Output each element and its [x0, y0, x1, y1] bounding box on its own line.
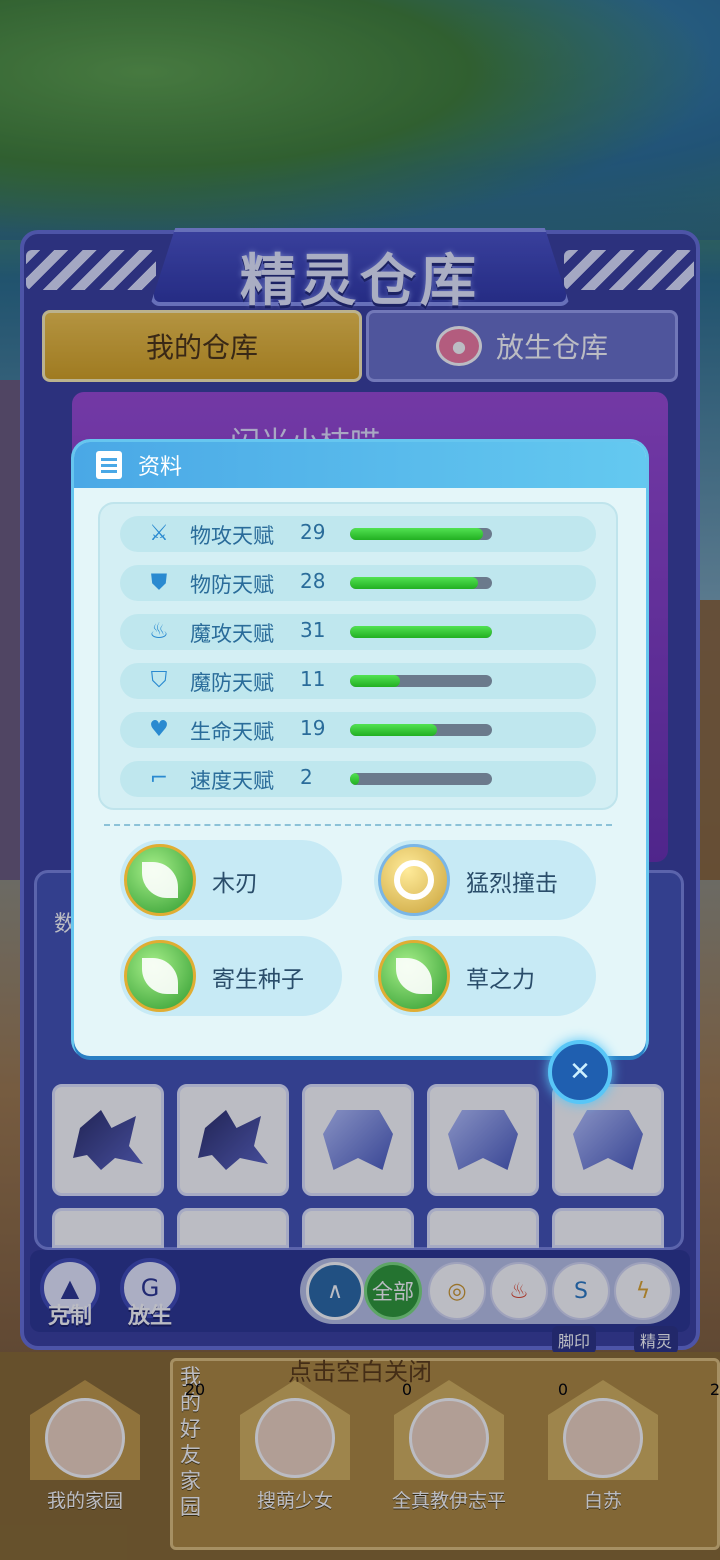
skill-card[interactable]: 木刃 [120, 840, 342, 920]
stat-label: 物攻天赋 [190, 524, 274, 548]
stat-fill [350, 528, 484, 540]
skill-name: 寄生种子 [212, 967, 304, 993]
stat-bar [350, 724, 492, 736]
sword-icon: ⚔ [149, 521, 169, 546]
modal-header: 资料 [74, 442, 646, 488]
talent-stats: ⚔ 物攻天赋 29 ⛊ 物防天赋 28 ♨ 魔攻天赋 31 ⛉ 魔防天赋 11 … [98, 502, 618, 810]
stat-value: 28 [300, 569, 326, 593]
modal-title: 资料 [138, 455, 183, 480]
stat-label: 物防天赋 [190, 573, 274, 597]
stat-row-physical-defense: ⛊ 物防天赋 28 [120, 565, 596, 601]
stat-fill [350, 626, 492, 638]
stat-fill [350, 675, 400, 687]
heart-plus-icon: ♥ [149, 717, 169, 742]
magic-shield-icon: ⛉ [150, 668, 168, 693]
skill-card[interactable]: 猛烈撞击 [374, 840, 596, 920]
skill-name: 木刃 [212, 871, 258, 897]
skill-name: 草之力 [466, 967, 535, 993]
info-modal: 资料 ⚔ 物攻天赋 29 ⛊ 物防天赋 28 ♨ 魔攻天赋 31 ⛉ 魔防天赋 … [74, 442, 646, 1056]
stat-label: 速度天赋 [190, 769, 274, 793]
stat-value: 11 [300, 667, 326, 691]
stat-bar [350, 528, 492, 540]
stat-row-hp: ♥ 生命天赋 19 [120, 712, 596, 748]
stat-value: 29 [300, 520, 326, 544]
skill-name: 猛烈撞击 [466, 871, 558, 897]
stat-value: 19 [300, 716, 326, 740]
stat-bar [350, 577, 492, 589]
shield-icon: ⛊ [150, 570, 168, 595]
stat-row-magic-defense: ⛉ 魔防天赋 11 [120, 663, 596, 699]
document-icon [96, 451, 122, 479]
stat-bar [350, 773, 492, 785]
boot-icon: ⌐ [149, 766, 169, 791]
stat-row-magic-attack: ♨ 魔攻天赋 31 [120, 614, 596, 650]
stat-bar [350, 626, 492, 638]
stat-fill [350, 724, 437, 736]
stat-fill [350, 773, 359, 785]
stat-value: 2 [300, 765, 313, 789]
normal-strike-icon [378, 844, 450, 916]
stat-row-physical-attack: ⚔ 物攻天赋 29 [120, 516, 596, 552]
stat-bar [350, 675, 492, 687]
stat-label: 魔攻天赋 [190, 622, 274, 646]
grass-leaf-icon [378, 940, 450, 1012]
divider [104, 824, 612, 826]
stat-value: 31 [300, 618, 326, 642]
skill-card[interactable]: 草之力 [374, 936, 596, 1016]
flame-icon: ♨ [149, 619, 169, 644]
stat-label: 魔防天赋 [190, 671, 274, 695]
stat-label: 生命天赋 [190, 720, 274, 744]
stat-row-speed: ⌐ 速度天赋 2 [120, 761, 596, 797]
grass-leaf-icon [124, 844, 196, 916]
stat-fill [350, 577, 478, 589]
skill-card[interactable]: 寄生种子 [120, 936, 342, 1016]
grass-leaf-icon [124, 940, 196, 1012]
close-icon[interactable]: ✕ [548, 1040, 612, 1104]
